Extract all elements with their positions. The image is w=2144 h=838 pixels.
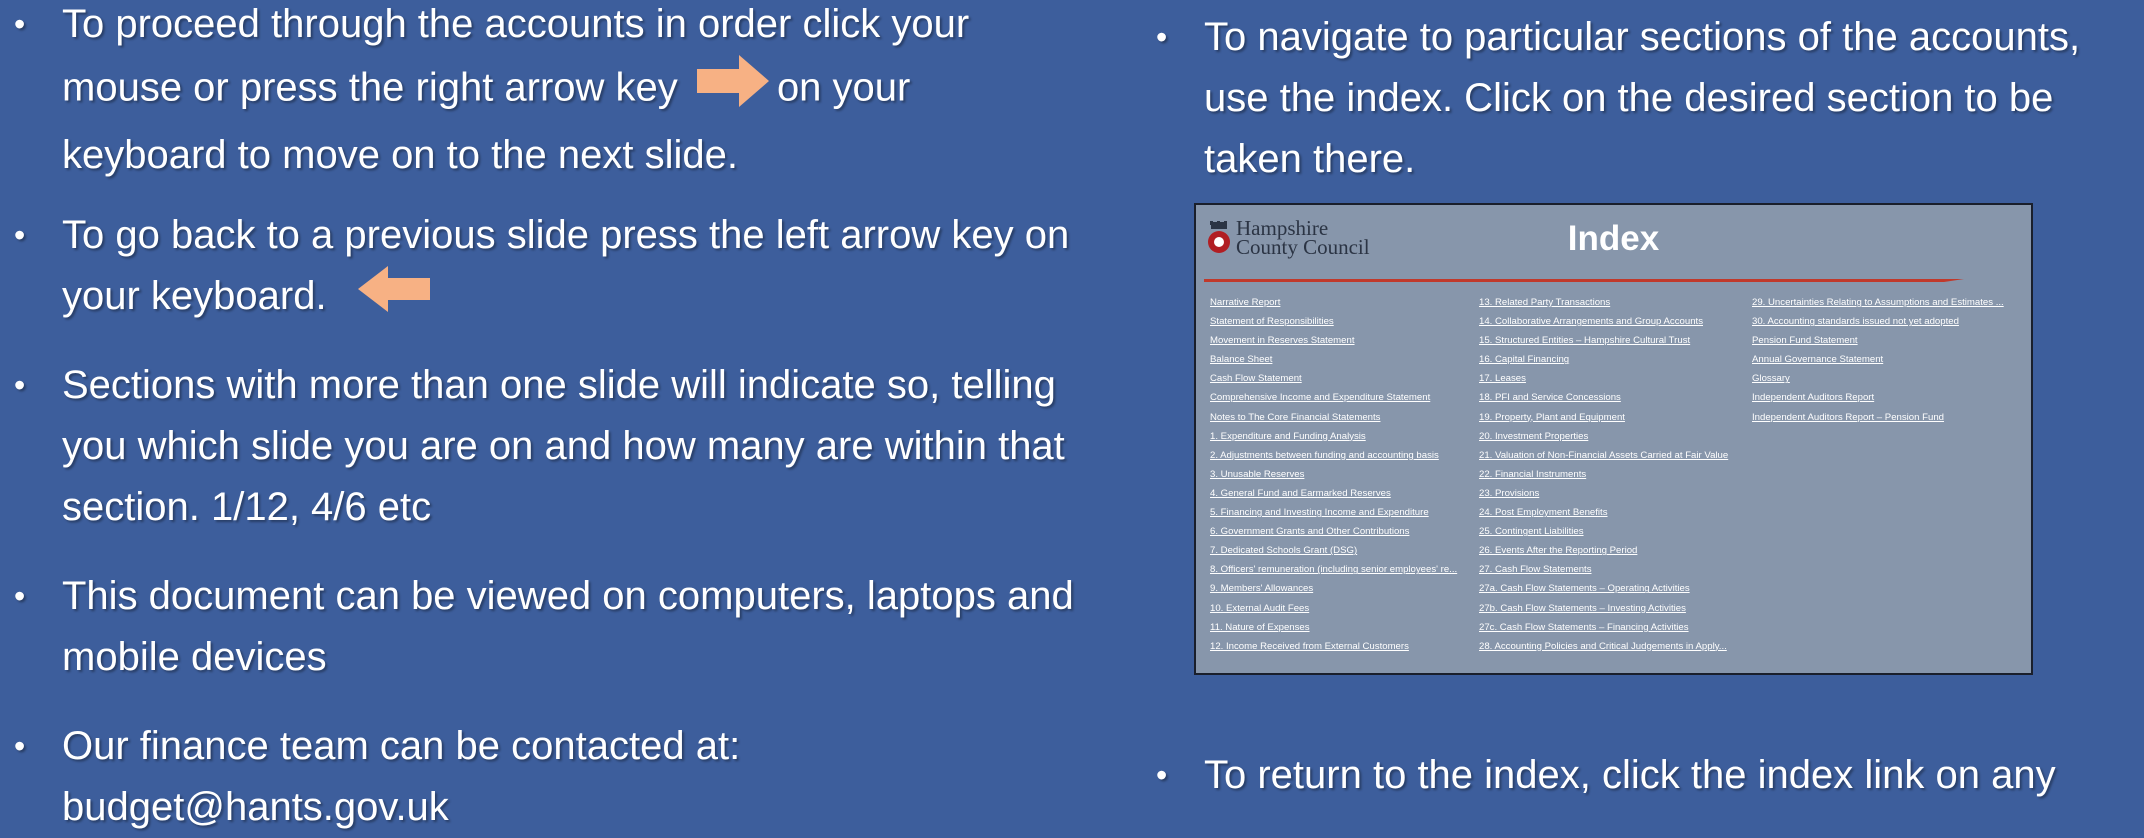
index-preview-link[interactable]: 5. Financing and Investing Income and Ex… bbox=[1210, 503, 1457, 522]
index-preview-link[interactable]: 22. Financial Instruments bbox=[1479, 465, 1728, 484]
bullet-sections: • Sections with more than one slide will… bbox=[0, 355, 1080, 538]
index-preview-link[interactable]: Independent Auditors Report – Pension Fu… bbox=[1752, 408, 2004, 427]
index-preview-link[interactable]: 1. Expenditure and Funding Analysis bbox=[1210, 427, 1457, 446]
index-preview-header: Hampshire County Council Index bbox=[1196, 205, 2031, 283]
index-preview-link[interactable]: 9. Members' Allowances bbox=[1210, 579, 1457, 598]
index-preview-link[interactable]: 14. Collaborative Arrangements and Group… bbox=[1479, 312, 1728, 331]
bullet-contact: • Our finance team can be contacted at: … bbox=[0, 716, 1000, 838]
bullet-contact-text: Our finance team can be contacted at: bu… bbox=[62, 724, 741, 829]
index-preview-link[interactable]: 29. Uncertainties Relating to Assumption… bbox=[1752, 293, 2004, 312]
bullet-dot: • bbox=[1156, 19, 1168, 55]
index-preview-link[interactable]: Statement of Responsibilities bbox=[1210, 312, 1457, 331]
bullet-go-back: • To go back to a previous slide press t… bbox=[0, 205, 1080, 330]
index-preview-link[interactable]: Balance Sheet bbox=[1210, 350, 1457, 369]
index-preview-link[interactable]: 25. Contingent Liabilities bbox=[1479, 522, 1728, 541]
bullet-dot: • bbox=[14, 217, 26, 253]
index-preview-link[interactable]: Annual Governance Statement bbox=[1752, 350, 2004, 369]
index-preview-link[interactable]: 13. Related Party Transactions bbox=[1479, 293, 1728, 312]
right-arrow-icon bbox=[696, 55, 769, 125]
bullet-proceed: • To proceed through the accounts in ord… bbox=[0, 0, 1080, 186]
index-preview-link[interactable]: 17. Leases bbox=[1479, 369, 1728, 388]
index-preview-divider bbox=[1204, 279, 1964, 282]
bullet-dot: • bbox=[14, 6, 26, 42]
index-preview-link[interactable]: 4. General Fund and Earmarked Reserves bbox=[1210, 484, 1457, 503]
index-preview-link[interactable]: Comprehensive Income and Expenditure Sta… bbox=[1210, 388, 1457, 407]
index-preview-link[interactable]: 18. PFI and Service Concessions bbox=[1479, 388, 1728, 407]
index-preview-image: Hampshire County Council Index Narrative… bbox=[1194, 203, 2033, 675]
bullet-navigate: • To navigate to particular sections of … bbox=[1142, 7, 2142, 190]
bullet-dot: • bbox=[14, 578, 26, 614]
index-preview-link[interactable]: 3. Unusable Reserves bbox=[1210, 465, 1457, 484]
bullet-sections-text: Sections with more than one slide will i… bbox=[62, 363, 1065, 529]
index-preview-link[interactable]: 27. Cash Flow Statements bbox=[1479, 560, 1728, 579]
index-preview-column-2: 13. Related Party Transactions 14. Collab… bbox=[1479, 293, 1728, 656]
index-preview-link[interactable]: 21. Valuation of Non-Financial Assets Ca… bbox=[1479, 446, 1728, 465]
index-preview-link[interactable]: 26. Events After the Reporting Period bbox=[1479, 541, 1728, 560]
index-preview-column-3: 29. Uncertainties Relating to Assumption… bbox=[1752, 293, 2004, 427]
index-preview-link[interactable]: 6. Government Grants and Other Contribut… bbox=[1210, 522, 1457, 541]
index-preview-column-1: Narrative Report Statement of Responsibil… bbox=[1210, 293, 1457, 656]
index-preview-link[interactable]: 12. Income Received from External Custom… bbox=[1210, 637, 1457, 656]
bullet-devices: • This document can be viewed on compute… bbox=[0, 566, 1080, 688]
bullet-return-text: To return to the index, click the index … bbox=[1204, 753, 2056, 797]
index-preview-link[interactable]: 19. Property, Plant and Equipment bbox=[1479, 408, 1728, 427]
index-preview-link[interactable]: Glossary bbox=[1752, 369, 2004, 388]
index-preview-link[interactable]: 27c. Cash Flow Statements – Financing Ac… bbox=[1479, 618, 1728, 637]
bullet-go-back-text: To go back to a previous slide press the… bbox=[62, 213, 1070, 318]
index-preview-link[interactable]: 27b. Cash Flow Statements – Investing Ac… bbox=[1479, 599, 1728, 618]
index-preview-link[interactable]: 16. Capital Financing bbox=[1479, 350, 1728, 369]
index-preview-link[interactable]: Movement in Reserves Statement bbox=[1210, 331, 1457, 350]
index-preview-link[interactable]: 20. Investment Properties bbox=[1479, 427, 1728, 446]
index-preview-link[interactable]: Narrative Report bbox=[1210, 293, 1457, 312]
index-preview-link[interactable]: 28. Accounting Policies and Critical Jud… bbox=[1479, 637, 1728, 656]
index-preview-link[interactable]: 24. Post Employment Benefits bbox=[1479, 503, 1728, 522]
bullet-navigate-text: To navigate to particular sections of th… bbox=[1204, 15, 2081, 181]
index-preview-link[interactable]: 30. Accounting standards issued not yet … bbox=[1752, 312, 2004, 331]
index-preview-link[interactable]: 7. Dedicated Schools Grant (DSG) bbox=[1210, 541, 1457, 560]
index-preview-link[interactable]: Independent Auditors Report bbox=[1752, 388, 2004, 407]
index-preview-link[interactable]: 11. Nature of Expenses bbox=[1210, 618, 1457, 637]
index-preview-title: Index bbox=[1567, 219, 1660, 258]
index-preview-link[interactable]: 8. Officers' remuneration (including sen… bbox=[1210, 560, 1457, 579]
index-preview-link[interactable]: 10. External Audit Fees bbox=[1210, 599, 1457, 618]
bullet-dot: • bbox=[1156, 757, 1168, 793]
index-preview-link[interactable]: Cash Flow Statement bbox=[1210, 369, 1457, 388]
index-preview-link[interactable]: Notes to The Core Financial Statements bbox=[1210, 408, 1457, 427]
bullet-devices-text: This document can be viewed on computers… bbox=[62, 574, 1074, 679]
index-preview-link[interactable]: 23. Provisions bbox=[1479, 484, 1728, 503]
left-arrow-icon bbox=[357, 266, 430, 330]
index-preview-link[interactable]: 27a. Cash Flow Statements – Operating Ac… bbox=[1479, 579, 1728, 598]
index-preview-link[interactable]: 2. Adjustments between funding and accou… bbox=[1210, 446, 1457, 465]
index-preview-link[interactable]: 15. Structured Entities – Hampshire Cult… bbox=[1479, 331, 1728, 350]
bullet-dot: • bbox=[14, 728, 26, 764]
bullet-return: • To return to the index, click the inde… bbox=[1142, 745, 2142, 806]
bullet-dot: • bbox=[14, 367, 26, 403]
index-preview-link[interactable]: Pension Fund Statement bbox=[1752, 331, 2004, 350]
